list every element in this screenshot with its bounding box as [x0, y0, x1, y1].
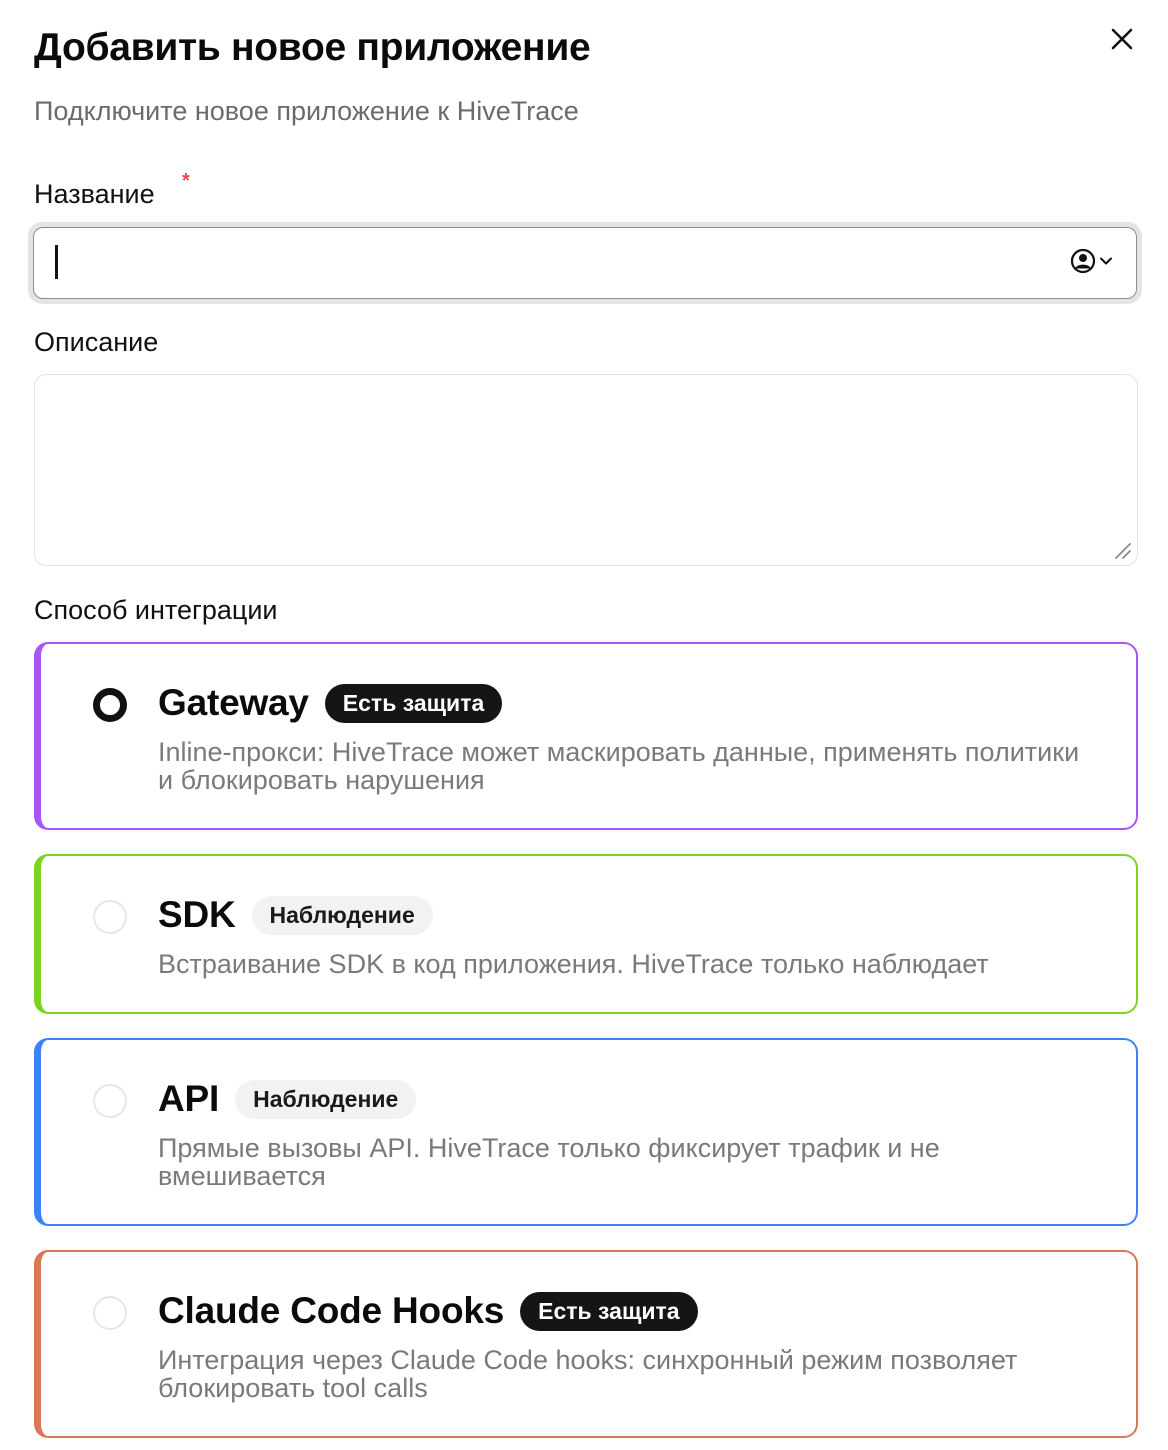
close-icon	[1111, 28, 1133, 50]
option-title: SDK	[158, 894, 236, 935]
radio-api[interactable]	[93, 1084, 127, 1118]
integration-option-api[interactable]: API Наблюдение Прямые вызовы API. HiveTr…	[34, 1038, 1138, 1226]
status-badge: Наблюдение	[251, 895, 433, 935]
radio-sdk[interactable]	[93, 900, 127, 934]
status-badge: Наблюдение	[235, 1079, 417, 1119]
integration-method-label: Способ интеграции	[34, 595, 278, 625]
integration-option-claude-code-hooks[interactable]: Claude Code Hooks Есть защита Интеграция…	[34, 1250, 1138, 1438]
status-badge: Есть защита	[520, 1291, 698, 1331]
dialog-title: Добавить новое приложение	[34, 26, 591, 69]
chevron-down-icon	[1100, 257, 1112, 265]
add-application-dialog: Добавить новое приложение Подключите нов…	[0, 0, 1168, 1450]
description-textarea[interactable]	[34, 374, 1138, 566]
option-header: Claude Code Hooks Есть защита	[158, 1290, 698, 1332]
name-label: Название	[34, 179, 155, 209]
option-description: Интеграция через Claude Code hooks: синх…	[158, 1345, 1018, 1403]
name-input[interactable]	[34, 228, 1136, 298]
close-button[interactable]	[1104, 24, 1140, 54]
option-description: Прямые вызовы API. HiveTrace только фикс…	[158, 1133, 940, 1191]
status-badge: Есть защита	[324, 683, 503, 723]
option-description: Inline-прокси: HiveTrace может маскирова…	[158, 737, 1080, 795]
integration-option-sdk[interactable]: SDK Наблюдение Встраивание SDK в код при…	[34, 854, 1138, 1014]
name-input-focus-ring	[28, 222, 1142, 304]
dialog-subtitle: Подключите новое приложение к HiveTrace	[34, 96, 579, 126]
description-label: Описание	[34, 327, 159, 357]
option-header: API Наблюдение	[158, 1078, 417, 1120]
radio-claude-code-hooks[interactable]	[93, 1296, 127, 1330]
name-input-box	[33, 227, 1137, 299]
integration-option-gateway[interactable]: Gateway Есть защита Inline-прокси: HiveT…	[34, 642, 1138, 830]
option-title: API	[158, 1078, 220, 1119]
radio-gateway[interactable]	[93, 688, 127, 722]
option-header: SDK Наблюдение	[158, 894, 433, 936]
user-picker-button[interactable]	[1070, 248, 1114, 274]
text-caret	[55, 245, 58, 279]
user-circle-icon	[1070, 248, 1096, 274]
option-title: Gateway	[158, 682, 309, 723]
option-header: Gateway Есть защита	[158, 682, 503, 724]
required-marker: *	[182, 170, 190, 192]
option-description: Встраивание SDK в код приложения. HiveTr…	[158, 949, 989, 979]
option-title: Claude Code Hooks	[158, 1290, 505, 1331]
